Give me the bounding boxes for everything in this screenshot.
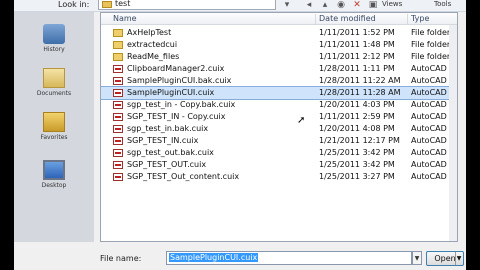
- file-name-cell: SGP_TEST_IN.cuix: [127, 136, 199, 145]
- date-modified-cell: 1/28/2011 11:28 AM: [319, 88, 401, 97]
- file-name-cell: ClipboardManager2.cuix: [127, 64, 225, 73]
- file-name-cell: SGP_TEST_OUT.cuix: [127, 160, 207, 169]
- place-history[interactable]: History: [26, 24, 82, 53]
- file-row[interactable]: SGP_TEST_IN.cuix 1/21/2011 12:17 PM AutoCA…: [101, 135, 457, 147]
- file-name-cell: sgp_test_out.bak.cuix: [127, 148, 214, 157]
- up-folder-icon[interactable]: ▴: [320, 0, 330, 10]
- place-label: Desktop: [41, 182, 67, 189]
- date-modified-cell: 1/28/2011 1:11 PM: [319, 64, 395, 73]
- file-name-cell: SGP_TEST_IN - Copy.cuix: [127, 112, 226, 121]
- file-list-header: Name Date modified Type: [101, 13, 457, 25]
- date-modified-cell: 1/25/2011 3:42 PM: [319, 160, 395, 169]
- date-modified-cell: 1/21/2011 12:17 PM: [319, 136, 400, 145]
- column-header-type[interactable]: Type: [411, 13, 429, 25]
- cuix-file-icon: [113, 173, 123, 181]
- tools-menu[interactable]: Tools: [434, 0, 451, 8]
- cuix-file-icon: [113, 149, 123, 157]
- file-row[interactable]: ReadMe_files 1/11/2011 2:12 PM File folder: [101, 51, 457, 63]
- file-name-cell: ReadMe_files: [127, 52, 180, 61]
- file-row[interactable]: sgp_test_in - Copy.bak.cuix 1/20/2011 4:0…: [101, 99, 457, 111]
- dialog-toolbar: Look in: test ▾ ◂ ▴ ◉ ✕ ▣ Views Tools: [14, 0, 466, 12]
- place-label: Documents: [36, 90, 72, 97]
- look-in-value: test: [115, 0, 131, 8]
- views-menu[interactable]: Views: [382, 0, 402, 8]
- file-name-cell: SamplePluginCUI.cuix: [127, 88, 215, 97]
- history-icon: [43, 24, 65, 44]
- favorites-icon: [43, 112, 65, 132]
- file-row[interactable]: SamplePluginCUI.bak.cuix 1/28/2011 11:22 …: [101, 75, 457, 87]
- file-row[interactable]: sgp_test_in.bak.cuix 1/20/2011 4:08 PM Aut…: [101, 123, 457, 135]
- file-name-field[interactable]: SamplePluginCUI.cuix: [166, 251, 412, 265]
- chevron-down-icon[interactable]: ▾: [282, 0, 292, 10]
- place-label: History: [43, 46, 65, 53]
- folder-icon: [113, 41, 123, 49]
- file-name-label: File name:: [100, 254, 142, 263]
- cuix-file-icon: [113, 77, 123, 85]
- file-row[interactable]: AxHelpTest 1/11/2011 1:52 PM File folder: [101, 27, 457, 39]
- file-name-cell: sgp_test_in.bak.cuix: [127, 124, 209, 133]
- vertical-scrollbar[interactable]: [449, 25, 457, 241]
- mouse-cursor-icon: ➚: [297, 115, 306, 126]
- file-name-cell: SamplePluginCUI.bak.cuix: [127, 76, 232, 85]
- date-modified-cell: 1/28/2011 11:22 AM: [319, 76, 401, 85]
- file-name-value: SamplePluginCUI.cuix: [169, 253, 259, 262]
- folder-icon: [113, 53, 123, 61]
- folder-icon: [102, 1, 112, 8]
- date-modified-cell: 1/20/2011 4:03 PM: [319, 100, 395, 109]
- open-button-label: Open: [434, 254, 456, 263]
- chevron-down-icon[interactable]: ▼: [455, 252, 462, 265]
- new-folder-icon[interactable]: ▣: [368, 0, 378, 10]
- places-bar: History Documents Favorites Desktop: [14, 12, 94, 242]
- file-name-cell: AxHelpTest: [127, 28, 172, 37]
- documents-icon: [43, 68, 65, 88]
- column-header-date[interactable]: Date modified: [319, 13, 376, 25]
- file-row[interactable]: SGP_TEST_Out_content.cuix 1/25/2011 3:27 …: [101, 171, 457, 183]
- date-modified-cell: 1/25/2011 3:27 PM: [319, 172, 395, 181]
- file-rows: AxHelpTest 1/11/2011 1:52 PM File folder ex…: [101, 27, 457, 183]
- file-row[interactable]: SGP_TEST_IN - Copy.cuix 1/11/2011 2:59 PM…: [101, 111, 457, 123]
- open-button[interactable]: Open ▼: [426, 251, 464, 266]
- date-modified-cell: 1/20/2011 4:08 PM: [319, 124, 395, 133]
- file-row[interactable]: extractedcui 1/11/2011 1:48 PM File folder: [101, 39, 457, 51]
- cuix-file-icon: [113, 137, 123, 145]
- cuix-file-icon: [113, 125, 123, 133]
- file-row[interactable]: SamplePluginCUI.cuix 1/28/2011 11:28 AM Au…: [101, 86, 457, 100]
- date-modified-cell: 1/25/2011 3:42 PM: [319, 148, 395, 157]
- cuix-file-icon: [113, 161, 123, 169]
- search-web-icon[interactable]: ◉: [336, 0, 346, 10]
- cuix-file-icon: [113, 89, 123, 97]
- look-in-label: Look in:: [58, 0, 90, 9]
- cuix-file-icon: [113, 101, 123, 109]
- chevron-down-icon[interactable]: ▼: [412, 251, 422, 265]
- delete-icon[interactable]: ✕: [352, 0, 362, 10]
- date-modified-cell: 1/11/2011 2:59 PM: [319, 112, 395, 121]
- place-label: Favorites: [40, 134, 68, 141]
- place-favorites[interactable]: Favorites: [26, 112, 82, 141]
- look-in-combo[interactable]: test: [98, 0, 276, 10]
- video-frame-left: [0, 0, 14, 270]
- column-header-name[interactable]: Name: [113, 13, 137, 25]
- cuix-file-icon: [113, 65, 123, 73]
- file-row[interactable]: SGP_TEST_OUT.cuix 1/25/2011 3:42 PM AutoCA…: [101, 159, 457, 171]
- date-modified-cell: 1/11/2011 2:12 PM: [319, 52, 395, 61]
- date-modified-cell: 1/11/2011 1:48 PM: [319, 40, 395, 49]
- file-row[interactable]: sgp_test_out.bak.cuix 1/25/2011 3:42 PM Au…: [101, 147, 457, 159]
- open-file-dialog: Look in: test ▾ ◂ ▴ ◉ ✕ ▣ Views Tools Hi…: [14, 0, 466, 270]
- desktop-icon: [43, 160, 65, 180]
- file-list[interactable]: Name Date modified Type AxHelpTest 1/11/2…: [100, 12, 458, 242]
- folder-icon: [113, 29, 123, 37]
- file-name-cell: extractedcui: [127, 40, 178, 49]
- file-row[interactable]: ClipboardManager2.cuix 1/28/2011 1:11 PM A…: [101, 63, 457, 75]
- cuix-file-icon: [113, 113, 123, 121]
- video-frame-right: [466, 0, 480, 270]
- place-documents[interactable]: Documents: [26, 68, 82, 97]
- back-icon[interactable]: ◂: [304, 0, 314, 10]
- place-desktop[interactable]: Desktop: [26, 160, 82, 189]
- file-name-cell: SGP_TEST_Out_content.cuix: [127, 172, 240, 181]
- file-name-cell: sgp_test_in - Copy.bak.cuix: [127, 100, 236, 109]
- date-modified-cell: 1/11/2011 1:52 PM: [319, 28, 395, 37]
